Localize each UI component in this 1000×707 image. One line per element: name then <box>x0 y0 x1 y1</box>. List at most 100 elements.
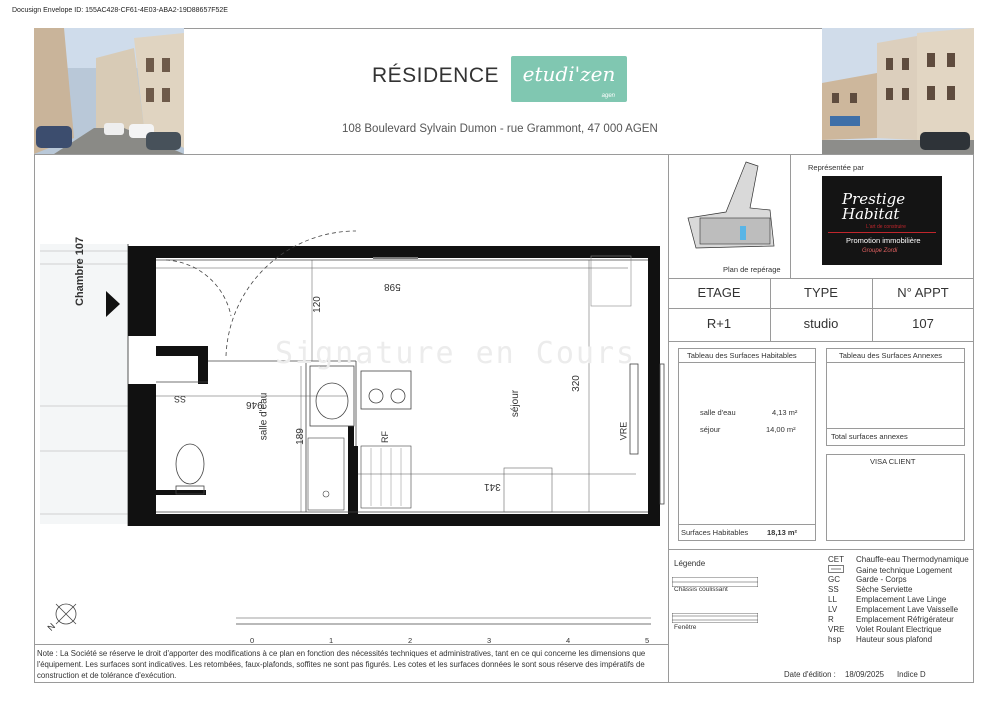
scale-1: 1 <box>329 636 334 645</box>
indice: Indice D <box>897 670 926 679</box>
surface-row-label: salle d'eau <box>700 408 736 417</box>
info-table-top <box>668 278 974 279</box>
floor-plan: Signature en Cours Chambre 107 598 120 3… <box>36 156 666 645</box>
street-photo-right <box>822 28 974 154</box>
agency-tagline: L'art de construire <box>866 224 906 230</box>
gaine-icon <box>828 565 856 575</box>
code-rf: RF <box>380 431 390 443</box>
legend-label: Emplacement Lave Linge <box>856 595 947 604</box>
legend-item: R Emplacement Réfrigérateur <box>828 615 954 624</box>
surface-row-label: séjour <box>700 425 721 434</box>
dim-320: 320 <box>570 375 582 392</box>
logo-subtext: agen <box>601 93 615 99</box>
scale-5: 5 <box>645 636 650 645</box>
annexes-total-line <box>826 428 965 429</box>
visa-client-box <box>826 454 965 541</box>
etudizen-logo: etudi'zen agen <box>511 56 627 102</box>
watermark: Signature en Cours <box>275 336 637 371</box>
legend-label: Emplacement Lave Vaisselle <box>856 605 959 614</box>
value-type: studio <box>803 316 839 331</box>
header-divider <box>34 154 974 155</box>
legend-item: Gaine technique Logement <box>828 565 952 575</box>
legend-code: hsp <box>828 635 841 644</box>
street-photo-left <box>34 28 184 154</box>
value-etage: R+1 <box>706 316 732 331</box>
legend-item: GC Garde - Corps <box>828 575 907 584</box>
agency-line2: Groupe Zordi <box>862 248 898 254</box>
room-salle-eau: salle d'eau <box>258 392 270 441</box>
surface-row-value: 4,13 m² <box>772 408 798 417</box>
surfaces-annexes-title: Tableau des Surfaces Annexes <box>839 351 942 360</box>
room-sejour: séjour <box>510 389 522 418</box>
logo-text: etudi'zen <box>522 62 616 86</box>
dim-189: 189 <box>294 428 306 445</box>
surface-row-value: 14,00 m² <box>766 425 796 434</box>
legend-item: CET Chauffe-eau Thermodynamique <box>828 555 969 564</box>
agency-line1: Promotion immobilière <box>846 236 921 245</box>
header-appt: N° APPT <box>897 285 949 300</box>
visa-client-label: VISA CLIENT <box>870 457 916 466</box>
legend-code: GC <box>828 575 840 584</box>
header-etage: ETAGE <box>697 285 741 300</box>
scale-4: 4 <box>566 636 571 645</box>
legend-label: Volet Roulant Electrique <box>856 625 942 634</box>
note-divider <box>34 644 668 645</box>
right-panel-divider <box>668 154 669 683</box>
legend-item: LV Emplacement Lave Vaisselle <box>828 605 958 614</box>
surfaces-habitables-title: Tableau des Surfaces Habitables <box>687 351 797 360</box>
info-table-bottom <box>668 341 974 342</box>
scale-3: 3 <box>487 636 492 645</box>
legend-item: VRE Volet Roulant Electrique <box>828 625 941 634</box>
date-label: Date d'édition : <box>784 670 836 679</box>
legend-code: CET <box>828 555 844 564</box>
legend-item: SS Sèche Serviette <box>828 585 912 594</box>
scale-2: 2 <box>408 636 413 645</box>
dim-598: 598 <box>384 281 401 292</box>
legend-fenetre: Fenêtre <box>674 624 697 631</box>
represented-by: Représentée par <box>808 163 864 172</box>
chambre-label: Chambre 107 <box>74 236 86 306</box>
legend-item: hsp Hauteur sous plafond <box>828 635 932 644</box>
header-type: TYPE <box>804 285 838 300</box>
legend-code: R <box>828 615 834 624</box>
surfaces-header-line <box>678 362 816 363</box>
legend-label: Sèche Serviette <box>856 585 913 594</box>
legend-code: LV <box>828 605 838 614</box>
legend-label: Garde - Corps <box>856 575 907 584</box>
surfaces-total-label: Surfaces Habitables <box>681 528 749 537</box>
code-ss: SS <box>174 394 187 404</box>
legend-code: LL <box>828 595 837 604</box>
envelope-id: Docusign Envelope ID: 155AC428-CF61-4E03… <box>12 7 228 14</box>
legend-label: Gaine technique Logement <box>856 566 953 575</box>
reperage-label: Plan de repérage <box>723 265 781 274</box>
annexes-total-label: Total surfaces annexes <box>831 432 908 441</box>
agency-rule <box>828 232 936 233</box>
address: 108 Boulevard Sylvain Dumon - rue Grammo… <box>342 123 658 135</box>
legend-chassis: Châssis coulissant <box>674 586 728 593</box>
edition-date: 18/09/2025 <box>845 670 885 679</box>
legend-title: Légende <box>674 559 706 568</box>
info-table-mid <box>668 308 974 309</box>
agency-name: Prestige Habitat <box>842 190 906 223</box>
surfaces-total-value: 18,13 m² <box>767 528 798 537</box>
surfaces-total-line <box>678 524 816 525</box>
reperage-divider <box>790 154 791 278</box>
legend-item: LL Emplacement Lave Linge <box>828 595 946 604</box>
legend-divider <box>668 549 974 550</box>
reperage-plan <box>686 160 781 252</box>
residence-title: RÉSIDENCE <box>372 64 500 87</box>
dim-120: 120 <box>311 296 323 313</box>
chassis-symbol <box>671 574 759 588</box>
legend-code: VRE <box>828 625 845 634</box>
prestige-habitat-logo: Prestige Habitat L'art de construire Pro… <box>822 176 942 265</box>
dim-341: 341 <box>484 481 501 492</box>
legend-code: SS <box>828 585 839 594</box>
disclaimer-note: Note : La Société se réserve le droit d'… <box>37 649 646 680</box>
annexes-header-line <box>826 362 965 363</box>
surfaces-habitables-table <box>678 348 816 541</box>
legend-label: Hauteur sous plafond <box>856 635 933 644</box>
fenetre-symbol <box>671 610 759 624</box>
scale-0: 0 <box>250 636 255 645</box>
code-vre: VRE <box>618 421 629 441</box>
legend-label: Chauffe-eau Thermodynamique <box>856 555 969 564</box>
